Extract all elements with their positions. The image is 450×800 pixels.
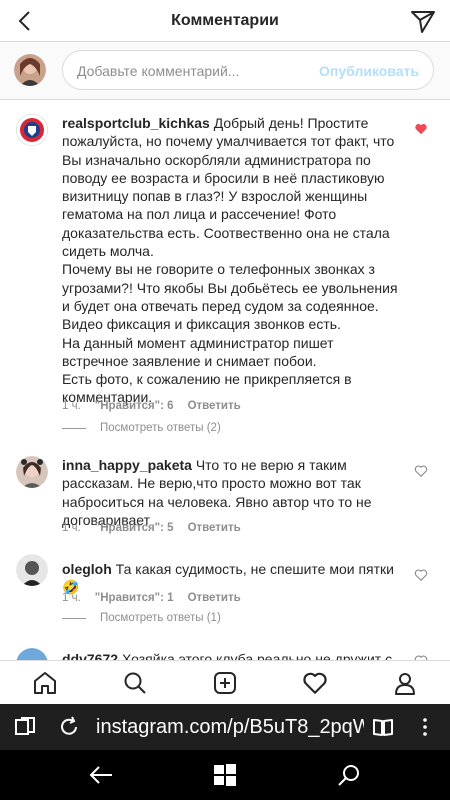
- comment-username[interactable]: realsportclub_kichkas: [62, 115, 210, 131]
- comment-username[interactable]: olegloh: [62, 561, 112, 577]
- back-arrow-icon[interactable]: [10, 6, 40, 36]
- likes-count[interactable]: "Нравится": 1: [95, 592, 174, 604]
- reply-button[interactable]: Ответить: [188, 400, 241, 412]
- likes-count[interactable]: "Нравится": 5: [95, 522, 174, 534]
- comment-text: ddv7672 Хозяйка этого клуба реально не д…: [62, 650, 402, 660]
- replies-divider: [62, 617, 86, 619]
- comment-meta: 1 ч. "Нравится": 6 Ответить: [62, 400, 241, 412]
- comment-meta: 1 ч. "Нравится": 1 Ответить: [62, 592, 241, 604]
- heart-outline-icon[interactable]: [414, 568, 428, 582]
- refresh-icon[interactable]: [58, 716, 80, 738]
- reply-button[interactable]: Ответить: [188, 522, 241, 534]
- activity-icon[interactable]: [300, 668, 330, 698]
- comment-text: realsportclub_kichkas Добрый день! Прост…: [62, 115, 398, 406]
- reading-view-icon[interactable]: [372, 716, 394, 738]
- back-icon[interactable]: [88, 762, 114, 788]
- heart-filled-icon[interactable]: [414, 122, 428, 136]
- comment-meta: 1 ч. "Нравится": 5 Ответить: [62, 522, 241, 534]
- url-field[interactable]: instagram.com/p/B5uT8_2pqWI: [96, 716, 364, 739]
- comment-time: 1 ч.: [62, 592, 81, 604]
- my-avatar: [14, 54, 46, 86]
- home-icon[interactable]: [30, 668, 60, 698]
- avatar[interactable]: [16, 648, 48, 660]
- search-icon[interactable]: [336, 762, 362, 788]
- windows-start-icon[interactable]: [212, 762, 238, 788]
- avatar[interactable]: [16, 456, 48, 488]
- comment-username[interactable]: ddv7672: [62, 651, 118, 660]
- top-bar: Комментарии: [0, 0, 450, 42]
- likes-count[interactable]: "Нравится": 6: [95, 400, 174, 412]
- replies-divider: [62, 427, 86, 429]
- view-replies[interactable]: Посмотреть ответы (1): [62, 612, 221, 624]
- profile-icon[interactable]: [390, 668, 420, 698]
- tabs-icon[interactable]: [14, 716, 36, 738]
- publish-button[interactable]: Опубликовать: [319, 63, 419, 79]
- comment-time: 1 ч.: [62, 400, 81, 412]
- new-post-icon[interactable]: [210, 668, 240, 698]
- avatar[interactable]: [16, 554, 48, 586]
- bottom-nav: [0, 660, 450, 704]
- avatar[interactable]: [16, 114, 48, 146]
- view-replies[interactable]: Посмотреть ответы (2): [62, 422, 221, 434]
- search-icon[interactable]: [120, 668, 150, 698]
- browser-bar: instagram.com/p/B5uT8_2pqWI: [0, 704, 450, 750]
- comment-text: inna_happy_paketa Что то не верю я таким…: [62, 457, 372, 528]
- comment-input[interactable]: Добавьте комментарий... Опубликовать: [62, 50, 434, 90]
- direct-send-icon[interactable]: [408, 6, 438, 36]
- comment-placeholder: Добавьте комментарий...: [77, 63, 240, 79]
- comment-username[interactable]: inna_happy_paketa: [62, 457, 192, 473]
- comments-list: realsportclub_kichkas Добрый день! Прост…: [0, 100, 450, 660]
- page-title: Комментарии: [171, 11, 279, 29]
- comment-time: 1 ч.: [62, 522, 81, 534]
- more-icon[interactable]: [414, 716, 436, 738]
- reply-button[interactable]: Ответить: [188, 592, 241, 604]
- system-nav-bar: [0, 750, 450, 800]
- heart-outline-icon[interactable]: [414, 464, 428, 478]
- comment-composer: Добавьте комментарий... Опубликовать: [0, 42, 450, 100]
